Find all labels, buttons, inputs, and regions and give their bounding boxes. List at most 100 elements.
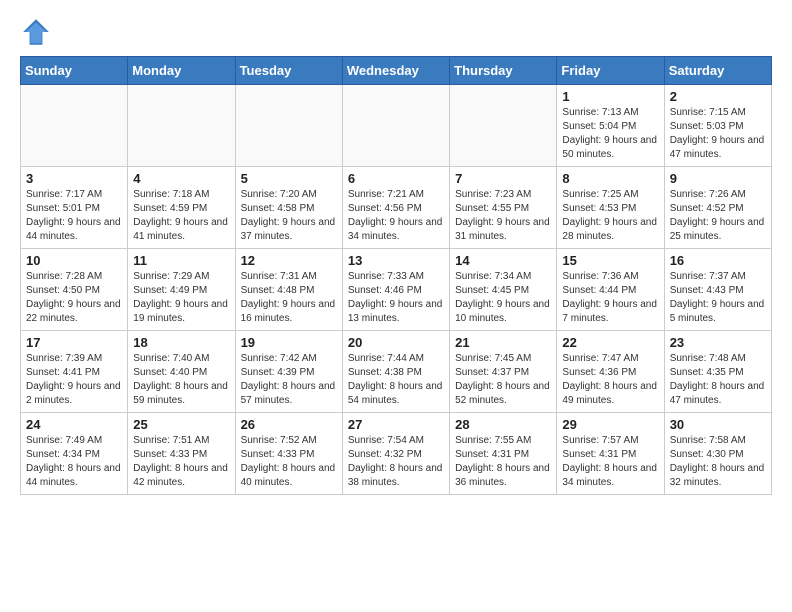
day-info: Sunrise: 7:55 AM Sunset: 4:31 PM Dayligh… <box>455 434 551 490</box>
day-number: 26 <box>241 417 337 432</box>
day-number: 3 <box>26 171 122 186</box>
weekday-header-saturday: Saturday <box>664 57 771 85</box>
day-number: 18 <box>133 335 229 350</box>
calendar-cell: 11 Sunrise: 7:29 AM Sunset: 4:49 PM Dayli… <box>128 249 235 331</box>
day-info: Sunrise: 7:47 AM Sunset: 4:36 PM Dayligh… <box>562 352 658 408</box>
day-info: Sunrise: 7:18 AM Sunset: 4:59 PM Dayligh… <box>133 188 229 244</box>
calendar-cell: 25 Sunrise: 7:51 AM Sunset: 4:33 PM Dayli… <box>128 413 235 495</box>
calendar-cell <box>235 85 342 167</box>
calendar-week-row: 1 Sunrise: 7:13 AM Sunset: 5:04 PM Daylig… <box>21 85 772 167</box>
calendar-cell: 1 Sunrise: 7:13 AM Sunset: 5:04 PM Daylig… <box>557 85 664 167</box>
day-info: Sunrise: 7:23 AM Sunset: 4:55 PM Dayligh… <box>455 188 551 244</box>
calendar-cell: 4 Sunrise: 7:18 AM Sunset: 4:59 PM Daylig… <box>128 167 235 249</box>
day-info: Sunrise: 7:13 AM Sunset: 5:04 PM Dayligh… <box>562 106 658 162</box>
calendar-cell <box>342 85 449 167</box>
day-info: Sunrise: 7:31 AM Sunset: 4:48 PM Dayligh… <box>241 270 337 326</box>
logo-icon <box>20 16 52 48</box>
calendar-cell: 8 Sunrise: 7:25 AM Sunset: 4:53 PM Daylig… <box>557 167 664 249</box>
day-info: Sunrise: 7:57 AM Sunset: 4:31 PM Dayligh… <box>562 434 658 490</box>
day-info: Sunrise: 7:48 AM Sunset: 4:35 PM Dayligh… <box>670 352 766 408</box>
day-info: Sunrise: 7:15 AM Sunset: 5:03 PM Dayligh… <box>670 106 766 162</box>
calendar-cell: 14 Sunrise: 7:34 AM Sunset: 4:45 PM Dayli… <box>450 249 557 331</box>
day-number: 21 <box>455 335 551 350</box>
day-info: Sunrise: 7:25 AM Sunset: 4:53 PM Dayligh… <box>562 188 658 244</box>
day-info: Sunrise: 7:54 AM Sunset: 4:32 PM Dayligh… <box>348 434 444 490</box>
calendar-week-row: 17 Sunrise: 7:39 AM Sunset: 4:41 PM Dayli… <box>21 331 772 413</box>
calendar-week-row: 10 Sunrise: 7:28 AM Sunset: 4:50 PM Dayli… <box>21 249 772 331</box>
calendar-cell: 12 Sunrise: 7:31 AM Sunset: 4:48 PM Dayli… <box>235 249 342 331</box>
day-info: Sunrise: 7:52 AM Sunset: 4:33 PM Dayligh… <box>241 434 337 490</box>
day-info: Sunrise: 7:21 AM Sunset: 4:56 PM Dayligh… <box>348 188 444 244</box>
calendar-cell: 3Sunrise: 7:17 AM Sunset: 5:01 PM Daylig… <box>21 167 128 249</box>
day-number: 17 <box>26 335 122 350</box>
calendar-table: SundayMondayTuesdayWednesdayThursdayFrid… <box>20 56 772 495</box>
calendar-cell: 18Sunrise: 7:40 AM Sunset: 4:40 PM Dayli… <box>128 331 235 413</box>
day-number: 13 <box>348 253 444 268</box>
day-info: Sunrise: 7:49 AM Sunset: 4:34 PM Dayligh… <box>26 434 122 490</box>
day-number: 10 <box>26 253 122 268</box>
day-info: Sunrise: 7:20 AM Sunset: 4:58 PM Dayligh… <box>241 188 337 244</box>
day-info: Sunrise: 7:44 AM Sunset: 4:38 PM Dayligh… <box>348 352 444 408</box>
day-info: Sunrise: 7:42 AM Sunset: 4:39 PM Dayligh… <box>241 352 337 408</box>
day-info: Sunrise: 7:51 AM Sunset: 4:33 PM Dayligh… <box>133 434 229 490</box>
weekday-header-wednesday: Wednesday <box>342 57 449 85</box>
day-number: 25 <box>133 417 229 432</box>
day-info: Sunrise: 7:34 AM Sunset: 4:45 PM Dayligh… <box>455 270 551 326</box>
calendar-cell <box>450 85 557 167</box>
weekday-header-monday: Monday <box>128 57 235 85</box>
day-info: Sunrise: 7:39 AM Sunset: 4:41 PM Dayligh… <box>26 352 122 408</box>
calendar-cell: 22 Sunrise: 7:47 AM Sunset: 4:36 PM Dayli… <box>557 331 664 413</box>
day-info: Sunrise: 7:36 AM Sunset: 4:44 PM Dayligh… <box>562 270 658 326</box>
calendar-cell: 15Sunrise: 7:36 AM Sunset: 4:44 PM Dayli… <box>557 249 664 331</box>
calendar-cell: 19 Sunrise: 7:42 AM Sunset: 4:39 PM Dayli… <box>235 331 342 413</box>
calendar-cell: 16 Sunrise: 7:37 AM Sunset: 4:43 PM Dayli… <box>664 249 771 331</box>
day-number: 20 <box>348 335 444 350</box>
calendar-cell: 7 Sunrise: 7:23 AM Sunset: 4:55 PM Daylig… <box>450 167 557 249</box>
calendar-cell: 17 Sunrise: 7:39 AM Sunset: 4:41 PM Dayli… <box>21 331 128 413</box>
day-info: Sunrise: 7:26 AM Sunset: 4:52 PM Dayligh… <box>670 188 766 244</box>
day-number: 11 <box>133 253 229 268</box>
day-number: 14 <box>455 253 551 268</box>
calendar-week-row: 24Sunrise: 7:49 AM Sunset: 4:34 PM Dayli… <box>21 413 772 495</box>
calendar-cell: 20 Sunrise: 7:44 AM Sunset: 4:38 PM Dayli… <box>342 331 449 413</box>
day-number: 19 <box>241 335 337 350</box>
weekday-header-row: SundayMondayTuesdayWednesdayThursdayFrid… <box>21 57 772 85</box>
day-number: 9 <box>670 171 766 186</box>
calendar-cell: 10 Sunrise: 7:28 AM Sunset: 4:50 PM Dayli… <box>21 249 128 331</box>
calendar-cell: 30Sunrise: 7:58 AM Sunset: 4:30 PM Dayli… <box>664 413 771 495</box>
calendar-cell: 5Sunrise: 7:20 AM Sunset: 4:58 PM Daylig… <box>235 167 342 249</box>
calendar-cell: 26 Sunrise: 7:52 AM Sunset: 4:33 PM Dayli… <box>235 413 342 495</box>
calendar-cell: 13Sunrise: 7:33 AM Sunset: 4:46 PM Dayli… <box>342 249 449 331</box>
day-number: 27 <box>348 417 444 432</box>
day-info: Sunrise: 7:45 AM Sunset: 4:37 PM Dayligh… <box>455 352 551 408</box>
calendar-cell: 6 Sunrise: 7:21 AM Sunset: 4:56 PM Daylig… <box>342 167 449 249</box>
logo <box>20 16 56 48</box>
weekday-header-thursday: Thursday <box>450 57 557 85</box>
page: SundayMondayTuesdayWednesdayThursdayFrid… <box>0 0 792 505</box>
day-number: 7 <box>455 171 551 186</box>
day-number: 23 <box>670 335 766 350</box>
calendar-cell: 2 Sunrise: 7:15 AM Sunset: 5:03 PM Daylig… <box>664 85 771 167</box>
day-number: 12 <box>241 253 337 268</box>
day-info: Sunrise: 7:58 AM Sunset: 4:30 PM Dayligh… <box>670 434 766 490</box>
day-number: 22 <box>562 335 658 350</box>
weekday-header-friday: Friday <box>557 57 664 85</box>
calendar-cell: 21 Sunrise: 7:45 AM Sunset: 4:37 PM Dayli… <box>450 331 557 413</box>
calendar-cell <box>21 85 128 167</box>
day-info: Sunrise: 7:29 AM Sunset: 4:49 PM Dayligh… <box>133 270 229 326</box>
weekday-header-tuesday: Tuesday <box>235 57 342 85</box>
day-number: 8 <box>562 171 658 186</box>
calendar-cell: 23 Sunrise: 7:48 AM Sunset: 4:35 PM Dayli… <box>664 331 771 413</box>
header <box>20 16 772 48</box>
day-number: 2 <box>670 89 766 104</box>
day-number: 16 <box>670 253 766 268</box>
day-info: Sunrise: 7:28 AM Sunset: 4:50 PM Dayligh… <box>26 270 122 326</box>
calendar-cell: 27 Sunrise: 7:54 AM Sunset: 4:32 PM Dayli… <box>342 413 449 495</box>
day-number: 28 <box>455 417 551 432</box>
day-number: 4 <box>133 171 229 186</box>
day-number: 29 <box>562 417 658 432</box>
day-number: 1 <box>562 89 658 104</box>
day-info: Sunrise: 7:37 AM Sunset: 4:43 PM Dayligh… <box>670 270 766 326</box>
calendar-cell: 9 Sunrise: 7:26 AM Sunset: 4:52 PM Daylig… <box>664 167 771 249</box>
day-number: 6 <box>348 171 444 186</box>
